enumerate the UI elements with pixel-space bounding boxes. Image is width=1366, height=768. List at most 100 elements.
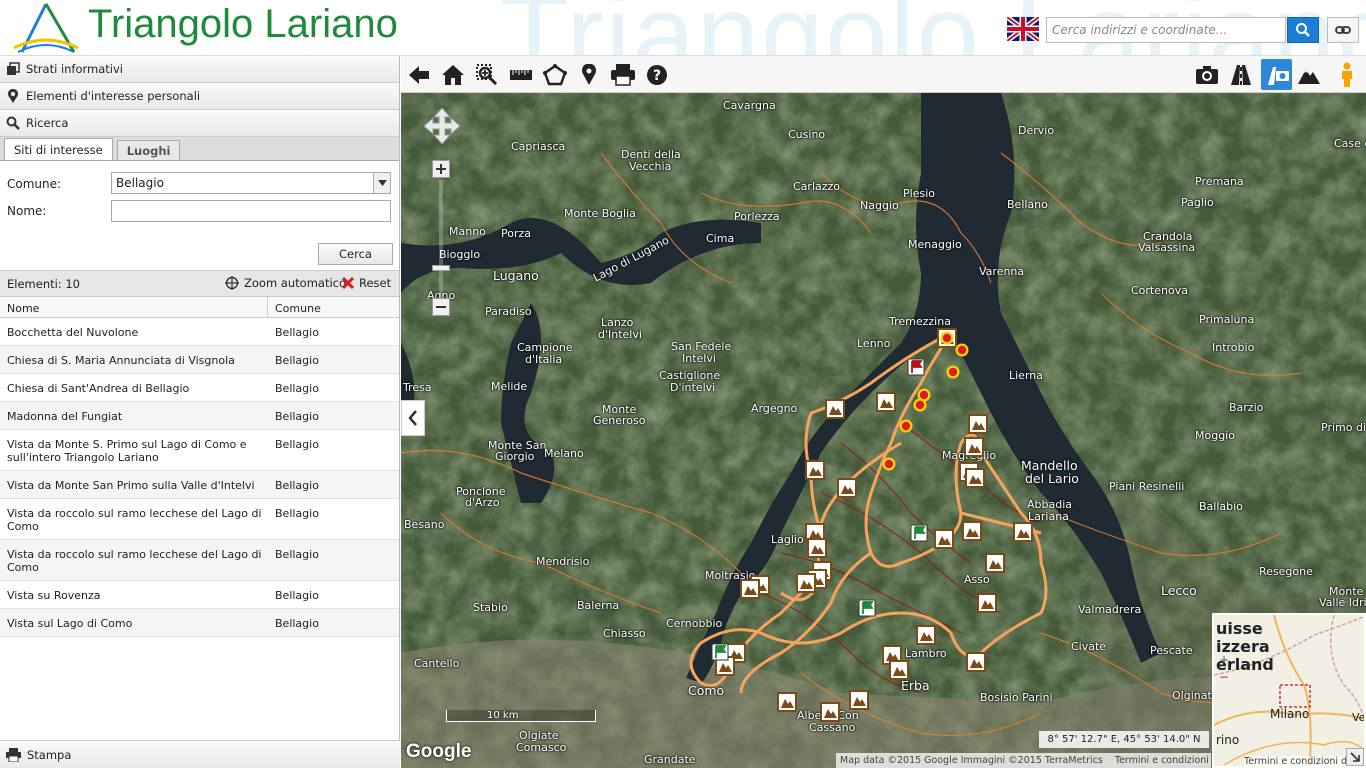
close-icon (342, 277, 354, 289)
map-view[interactable]: Cavargna Cusino Dervio Capriasca Denti della… (401, 93, 1366, 768)
add-marker-button[interactable] (575, 61, 603, 89)
camera-icon (1196, 66, 1218, 84)
photo-button[interactable] (1193, 61, 1221, 89)
overview-map[interactable]: uisse izzera erland Milano rino Ve + − T… (1212, 613, 1366, 768)
zoom-box-button[interactable] (473, 61, 501, 89)
zoom-in-button[interactable] (432, 160, 450, 178)
crosshair-icon (225, 276, 239, 290)
svg-text:?: ? (653, 68, 661, 84)
plus-icon (436, 164, 446, 174)
section-strati-informativi[interactable]: Strati informativi (0, 56, 399, 83)
item-nome: Vista da Monte S. Primo sul Lago di Como… (7, 438, 247, 464)
back-arrow-icon (409, 66, 429, 84)
item-nome: Vista sul Lago di Como (7, 617, 133, 630)
uk-flag-icon[interactable] (1007, 17, 1039, 41)
scale-bar: 10 km (446, 710, 596, 722)
overview-toggle-button[interactable] (1346, 748, 1364, 766)
item-comune: Bellagio (275, 326, 319, 339)
tab-luoghi[interactable]: Luoghi (116, 140, 181, 160)
nome-input[interactable] (111, 200, 391, 222)
search-button[interactable] (1287, 17, 1319, 43)
list-item[interactable]: Chiesa di Sant'Andrea di Bellagio Bellagi… (0, 374, 399, 402)
column-comune[interactable]: Comune (268, 297, 321, 317)
column-nome[interactable]: Nome (0, 297, 268, 317)
item-comune: Bellagio (275, 382, 319, 395)
section-label: Elementi d'interesse personali (26, 89, 201, 103)
list-item[interactable]: Vista sul Lago di Como Bellagio (0, 609, 399, 637)
list-item[interactable]: Chiesa di S. Maria Annunciata di Visgnol… (0, 346, 399, 374)
help-icon: ? (647, 65, 667, 85)
zoom-auto-button[interactable]: Zoom automatico (225, 276, 346, 290)
overview-zoom-in[interactable]: + (1217, 653, 1231, 667)
results-count: Elementi: 10 (7, 276, 80, 291)
stampa-label: Stampa (27, 747, 72, 762)
print-icon (611, 64, 635, 86)
zoom-slider-handle[interactable] (432, 265, 450, 271)
minus-icon (436, 306, 446, 308)
results-column-header: Nome Comune (0, 297, 399, 318)
comune-select[interactable]: Bellagio (111, 172, 391, 194)
road-icon (1231, 65, 1251, 85)
item-nome: Vista da roccolo sul ramo lecchese del L… (7, 548, 262, 574)
list-item[interactable]: Vista da roccolo sul ramo lecchese del L… (0, 540, 399, 581)
back-button[interactable] (405, 61, 433, 89)
photo-layer-icon (1267, 66, 1289, 85)
terms-link[interactable]: Termini e condizioni d'uso (1115, 755, 1211, 766)
section-label: Ricerca (26, 116, 69, 130)
polygon-button[interactable] (541, 61, 569, 89)
cerca-button[interactable]: Cerca (318, 243, 393, 265)
terrain-layer-button[interactable] (1295, 61, 1323, 89)
measure-button[interactable] (507, 61, 535, 89)
list-item[interactable]: Madonna del Fungiat Bellagio (0, 402, 399, 430)
list-item[interactable]: Vista da roccolo sul ramo lecchese del L… (0, 499, 399, 540)
stampa-section[interactable]: Stampa (0, 740, 400, 768)
mountain-icon (1298, 69, 1320, 84)
home-button[interactable] (439, 61, 467, 89)
coordinate-readout: 8° 57' 12.7" E, 45° 53' 14.0" N (1039, 731, 1209, 748)
map-pin-icon (8, 88, 18, 103)
search-form: Comune: Bellagio Nome: Cerca (0, 161, 399, 270)
section-elementi-personali[interactable]: Elementi d'interesse personali (0, 83, 399, 110)
link-button[interactable] (1327, 17, 1359, 43)
street-view-button[interactable] (1333, 61, 1361, 89)
chevron-left-icon (408, 410, 417, 426)
item-comune: Bellagio (275, 410, 319, 423)
triangolo-logo[interactable] (12, 2, 80, 54)
reset-label: Reset (359, 276, 392, 290)
arrow-down-right-icon (1350, 752, 1360, 762)
app-header: Triangolo Lariano Triangolo Lariano (0, 0, 1366, 56)
overview-terms[interactable]: Termini e condizioni d (1244, 756, 1348, 766)
overview-label: rino (1216, 733, 1240, 747)
roads-layer-button[interactable] (1227, 61, 1255, 89)
list-item[interactable]: Vista su Rovenza Bellagio (0, 581, 399, 609)
item-nome: Vista su Rovenza (7, 589, 101, 602)
item-nome: Madonna del Fungiat (7, 410, 123, 423)
print-button[interactable] (609, 61, 637, 89)
chevron-down-icon[interactable] (373, 173, 390, 193)
map-navigation-control (423, 107, 461, 316)
item-nome: Bocchetta del Nuvolone (7, 326, 139, 339)
item-comune: Bellagio (275, 548, 319, 561)
reset-button[interactable]: Reset (342, 276, 391, 290)
zoom-slider-track[interactable] (439, 180, 443, 310)
list-item[interactable]: Bocchetta del Nuvolone Bellagio (0, 318, 399, 346)
photo-layer-button[interactable] (1261, 59, 1292, 90)
pan-control-icon[interactable] (423, 107, 461, 145)
item-comune: Bellagio (275, 354, 319, 367)
overview-zoom-out[interactable]: − (1217, 670, 1231, 684)
item-nome: Chiesa di Sant'Andrea di Bellagio (7, 382, 190, 395)
help-button[interactable]: ? (643, 61, 671, 89)
collapse-sidebar-button[interactable] (401, 400, 425, 436)
map-attribution: Map data ©2015 Google Immagini ©2015 Ter… (836, 753, 1211, 768)
overview-label: Milano (1270, 707, 1310, 721)
list-item[interactable]: Vista da Monte S. Primo sul Lago di Como… (0, 430, 399, 471)
measure-ruler-icon (510, 70, 532, 80)
zoom-out-button[interactable] (432, 298, 450, 316)
section-ricerca[interactable]: Ricerca (0, 110, 399, 137)
item-nome: Vista da roccolo sul ramo lecchese del L… (7, 507, 262, 533)
list-item[interactable]: Vista da Monte San Primo sulla Valle d'I… (0, 471, 399, 499)
address-search-input[interactable] (1046, 17, 1286, 43)
tab-siti-di-interesse[interactable]: Siti di interesse (4, 138, 113, 160)
print-icon (6, 747, 21, 762)
brand-title: Triangolo Lariano (88, 2, 398, 46)
